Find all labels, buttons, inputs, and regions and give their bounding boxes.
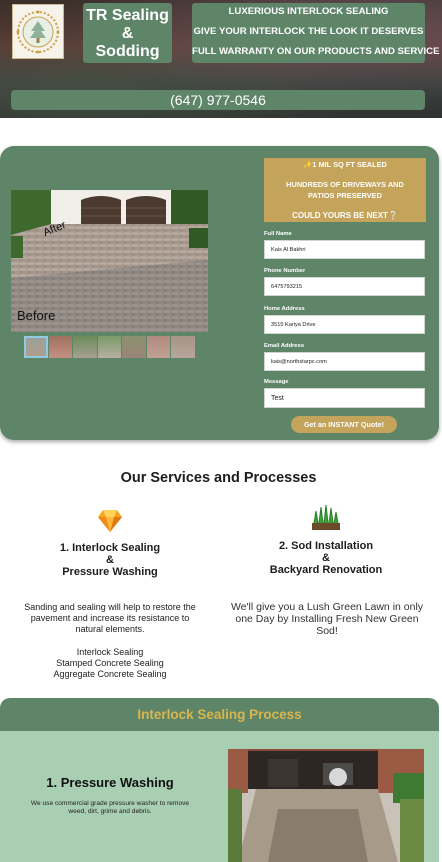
brand-line-1: TR Sealing — [86, 7, 169, 24]
instant-quote-button[interactable]: Get an INSTANT Quote! — [291, 416, 397, 433]
service-1-list-item: Interlock Sealing — [76, 647, 144, 657]
thumbnail[interactable] — [146, 336, 170, 358]
thumbnail[interactable] — [73, 336, 97, 358]
brand-line-3: Sodding — [95, 43, 160, 60]
service-2-description: We'll give you a Lush Green Lawn in only… — [222, 601, 432, 637]
service-2-desc-line-1: We'll give you a Lush Green Lawn in only — [230, 601, 424, 613]
service-1-desc-line-3: natural elements. — [75, 624, 145, 634]
before-label: Before — [17, 308, 56, 323]
full-name-label: Full Name — [264, 231, 292, 237]
service-1-title-line-1: 1. Interlock Sealing — [59, 542, 161, 554]
thumbnail-strip — [24, 336, 196, 358]
process-heading: Interlock Sealing Process — [0, 698, 439, 731]
promo-line-3: FULL WARRANTY ON OUR PRODUCTS AND SERVIC… — [192, 46, 440, 57]
promo-line-1: LUXERIOUS INTERLOCK SEALING — [228, 6, 389, 17]
address-field[interactable] — [264, 315, 425, 334]
service-1-list: Interlock Sealing Stamped Concrete Seali… — [8, 647, 212, 680]
service-1-title: 1. Interlock Sealing & Pressure Washing — [30, 542, 190, 578]
hero-header: TR Sealing & Sodding LUXERIOUS INTERLOCK… — [0, 0, 442, 118]
logo[interactable] — [12, 4, 64, 59]
thumbnail[interactable] — [24, 336, 48, 358]
thumbnail[interactable] — [171, 336, 195, 358]
service-1-list-item: Stamped Concrete Sealing — [56, 658, 164, 668]
service-1-desc-line-1: Sanding and sealing will help to restore… — [24, 602, 196, 612]
service-2-desc-line-2: one Day by Installing Fresh New Green — [235, 613, 419, 625]
thumbnail[interactable] — [122, 336, 146, 358]
service-2-title-line-1: 2. Sod Installation — [278, 540, 374, 552]
service-1-title-line-2: & — [106, 554, 114, 566]
step-title: 1. Pressure Washing — [46, 775, 174, 790]
promo-box: LUXERIOUS INTERLOCK SEALING GIVE YOUR IN… — [192, 3, 440, 63]
service-1-description: Sanding and sealing will help to restore… — [8, 602, 212, 635]
tree-seal-logo-icon — [16, 10, 60, 53]
service-1-title-line-3: Pressure Washing — [62, 566, 158, 578]
message-field[interactable] — [264, 388, 425, 408]
promo-line-2: GIVE YOUR INTERLOCK THE LOOK IT DESERVES — [193, 26, 424, 37]
banner-line-1: ✨1 MIL SQ FT SEALED — [303, 160, 387, 169]
thumbnail[interactable] — [48, 336, 72, 358]
pressure-washing-photo[interactable] — [228, 749, 424, 862]
brand-title: TR Sealing & Sodding — [83, 3, 172, 63]
banner-line-3: COULD YOURS BE NEXT❔ — [292, 211, 398, 220]
service-2-title: 2. Sod Installation & Backyard Renovatio… — [246, 540, 406, 576]
services-heading: Our Services and Processes — [120, 470, 317, 486]
service-2-desc-line-3: Sod! — [316, 625, 338, 637]
full-name-field[interactable] — [264, 240, 425, 259]
email-field[interactable] — [264, 352, 425, 371]
quote-section: After Before ✨1 MIL SQ FT SEALED HUNDRED… — [0, 146, 439, 440]
before-after-image[interactable]: After Before — [11, 190, 208, 332]
banner-line-2a: HUNDREDS OF DRIVEWAYS AND — [286, 180, 404, 189]
phone-label: Phone Number — [264, 268, 306, 274]
garage-driveway-photo — [228, 749, 424, 862]
email-label: Email Address — [264, 343, 305, 349]
banner-line-2: HUNDREDS OF DRIVEWAYS AND PATIOS PRESERV… — [264, 179, 426, 201]
service-1-list-item: Aggregate Concrete Sealing — [53, 669, 167, 679]
phone-button[interactable]: (647) 977-0546 — [11, 90, 425, 110]
banner-line-2b: PATIOS PRESERVED — [308, 191, 382, 200]
grass-icon — [312, 504, 340, 530]
address-label: Home Address — [264, 306, 305, 312]
service-2-title-line-3: Backyard Renovation — [269, 564, 383, 576]
step-description-line-2: weed, dirt, grime and debris. — [68, 808, 152, 815]
promo-banner: ✨1 MIL SQ FT SEALED HUNDREDS OF DRIVEWAY… — [264, 158, 426, 222]
step-description-line-1: We use commercial grade pressure washer … — [30, 800, 190, 807]
phone-field[interactable] — [264, 277, 425, 296]
step-description: We use commercial grade pressure washer … — [14, 800, 206, 816]
service-2-title-line-2: & — [322, 552, 330, 564]
brand-line-2: & — [121, 25, 134, 42]
landing-page: TR Sealing & Sodding LUXERIOUS INTERLOCK… — [0, 0, 442, 862]
gem-icon — [98, 510, 122, 532]
message-label: Message — [264, 379, 289, 385]
service-1-desc-line-2: pavement and increase its resistance to — [30, 613, 190, 623]
thumbnail[interactable] — [97, 336, 121, 358]
